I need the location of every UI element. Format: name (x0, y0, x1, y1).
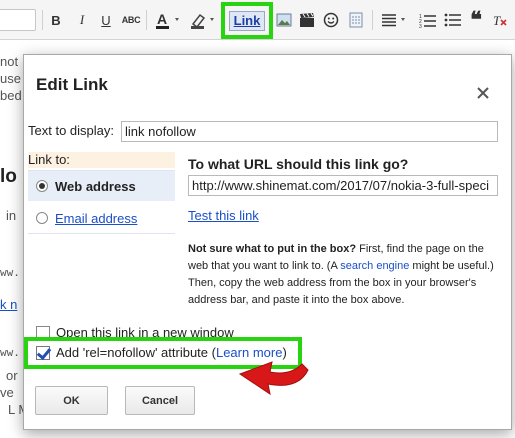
smiley-icon (323, 12, 339, 28)
underline-button[interactable]: U (96, 9, 116, 31)
svg-text:3: 3 (419, 24, 422, 28)
nofollow-option[interactable]: Add 'rel=nofollow' attribute (Learn more… (36, 345, 287, 360)
radio-button[interactable] (36, 212, 48, 224)
url-question-heading: To what URL should this link go? (188, 156, 409, 172)
strikethrough-button[interactable]: ABC (121, 9, 141, 31)
font-size-dropdown[interactable] (0, 9, 36, 31)
alignment-button[interactable] (378, 9, 412, 31)
background-text: not (0, 54, 19, 69)
italic-button[interactable]: I (72, 9, 92, 31)
red-arrow-annotation (238, 361, 309, 396)
ok-button[interactable]: OK (35, 386, 108, 415)
svg-text:A: A (157, 11, 167, 27)
radio-label: Web address (55, 178, 136, 194)
background-heading: lo (0, 166, 17, 187)
quote-button[interactable]: ❝ (466, 7, 486, 33)
link-button-highlight: Link (221, 2, 273, 39)
nofollow-label: Add 'rel=nofollow' attribute ( (56, 345, 216, 360)
close-button[interactable] (477, 83, 489, 103)
background-text: ww. (0, 346, 20, 359)
highlight-color-button[interactable] (188, 9, 220, 31)
align-icon (382, 14, 405, 27)
nofollow-label-close: ) (282, 345, 287, 360)
link-button[interactable]: Link (228, 10, 266, 31)
url-input[interactable]: http://www.shinemat.com/2017/07/nokia-3-… (188, 175, 498, 196)
link-to-header: Link to: (28, 152, 175, 168)
radio-button[interactable] (36, 180, 48, 192)
help-text: Not sure what to put in the box? First, … (188, 241, 500, 309)
dialog-title: Edit Link (36, 75, 108, 94)
numbered-list-icon: 1 2 3 (419, 14, 436, 28)
background-text: or (6, 368, 18, 383)
toolbar-separator (42, 10, 43, 30)
insert-video-button[interactable] (297, 9, 317, 31)
background-text: ww. (0, 266, 20, 279)
cancel-button[interactable]: Cancel (125, 386, 195, 415)
jump-break-icon (349, 12, 363, 28)
insert-emoticon-button[interactable] (321, 9, 341, 31)
help-bold: Not sure what to put in the box? (188, 243, 357, 255)
image-icon (276, 13, 292, 27)
background-text: in (6, 208, 17, 223)
bulleted-list-icon (444, 13, 461, 27)
toolbar-separator (146, 10, 147, 30)
radio-web-address[interactable]: Web address (28, 171, 175, 201)
bold-button[interactable]: B (46, 9, 66, 31)
background-text: use (0, 71, 21, 86)
text-to-display-input[interactable]: link nofollow (121, 121, 498, 142)
nofollow-checkbox[interactable] (36, 345, 50, 360)
background-text: bed (0, 88, 22, 103)
radio-label[interactable]: Email address (55, 211, 137, 226)
learn-more-link[interactable]: Learn more (216, 345, 282, 360)
text-to-display-label: Text to display: (28, 123, 114, 138)
close-icon (477, 87, 489, 99)
toolbar-separator (372, 10, 373, 30)
numbered-list-button[interactable]: 1 2 3 (418, 9, 438, 31)
test-link[interactable]: Test this link (188, 208, 259, 223)
remove-formatting-button[interactable]: T (490, 9, 510, 31)
text-color-button[interactable]: A (152, 9, 186, 31)
link-to-options: Web address Email address (28, 170, 175, 234)
search-engine-link[interactable]: search engine (340, 260, 409, 272)
edit-link-dialog: Edit Link Text to display: link nofollow… (23, 54, 512, 430)
clear-formatting-icon: T (493, 13, 507, 28)
video-icon (300, 13, 314, 27)
radio-email-address[interactable]: Email address (28, 203, 175, 233)
background-text: ve (0, 385, 14, 400)
insert-jump-break-button[interactable] (346, 9, 366, 31)
text-color-icon: A (156, 11, 179, 29)
svg-text:T: T (493, 13, 501, 28)
highlighter-icon (191, 13, 214, 29)
background-link[interactable]: k n (0, 297, 17, 312)
insert-image-button[interactable] (274, 9, 294, 31)
bulleted-list-button[interactable] (443, 9, 463, 31)
editor-toolbar: B I U ABC A Link 1 2 3 ❝ T (0, 0, 515, 40)
